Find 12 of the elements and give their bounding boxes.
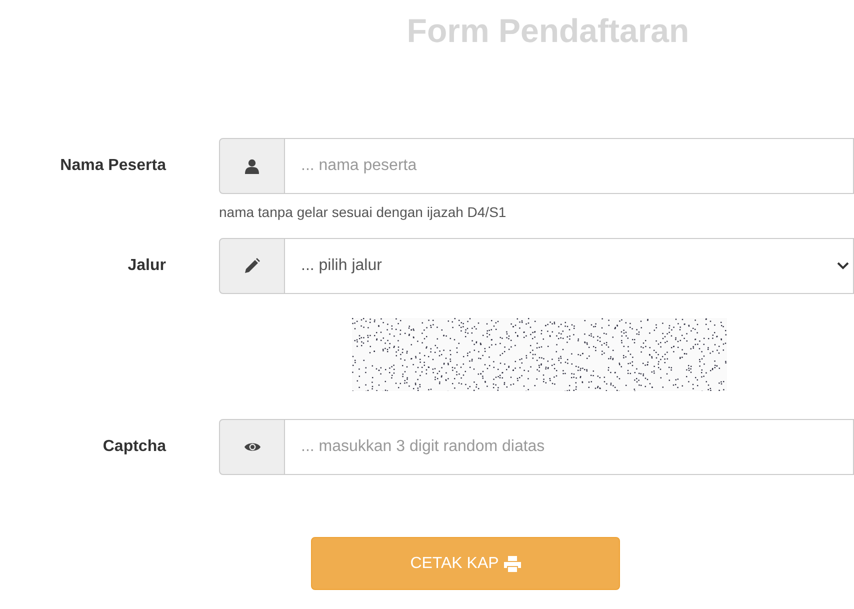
eye-icon: [244, 441, 260, 453]
user-icon: [245, 158, 259, 174]
input-field[interactable]: ... nama peserta: [285, 138, 854, 194]
select-field[interactable]: ... pilih jalur: [285, 238, 854, 294]
field-label: Captcha: [102, 438, 166, 456]
printer-icon: [504, 556, 521, 572]
field-label: Jalur: [126, 257, 166, 275]
pencil-icon: [244, 258, 260, 274]
chevron-down-icon: [837, 262, 849, 270]
input-field[interactable]: ... masukkan 3 digit random diatas: [285, 419, 854, 475]
help-text: nama tanpa gelar sesuai dengan ijazah D4/S1: [219, 204, 508, 220]
field-label: Nama Peserta: [59, 157, 166, 175]
